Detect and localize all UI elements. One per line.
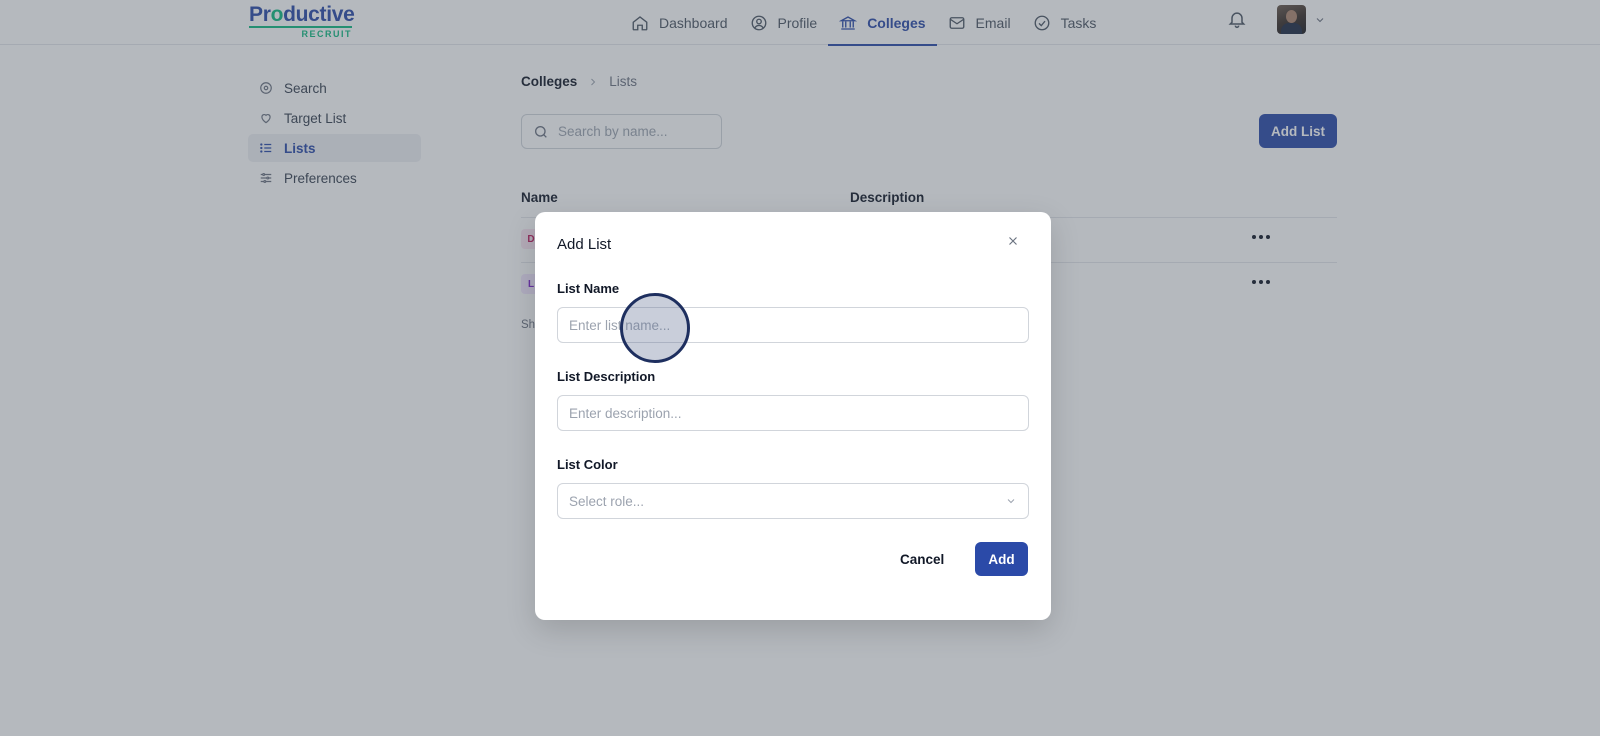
- cancel-button[interactable]: Cancel: [896, 542, 948, 576]
- add-button[interactable]: Add: [975, 542, 1028, 576]
- list-description-input[interactable]: [569, 405, 1017, 421]
- list-name-label: List Name: [557, 281, 620, 296]
- list-color-label: List Color: [557, 457, 618, 472]
- add-list-modal: Add List List Name List Description List…: [535, 212, 1051, 620]
- chevron-down-icon: [1007, 499, 1015, 504]
- click-indicator: [620, 293, 690, 363]
- list-description-label: List Description: [557, 369, 656, 384]
- list-color-select-value: Select role...: [569, 493, 645, 509]
- modal-title: Add List: [557, 236, 612, 253]
- close-icon[interactable]: [1006, 234, 1020, 248]
- list-color-select[interactable]: Select role...: [557, 483, 1029, 519]
- list-description-field[interactable]: [557, 395, 1029, 431]
